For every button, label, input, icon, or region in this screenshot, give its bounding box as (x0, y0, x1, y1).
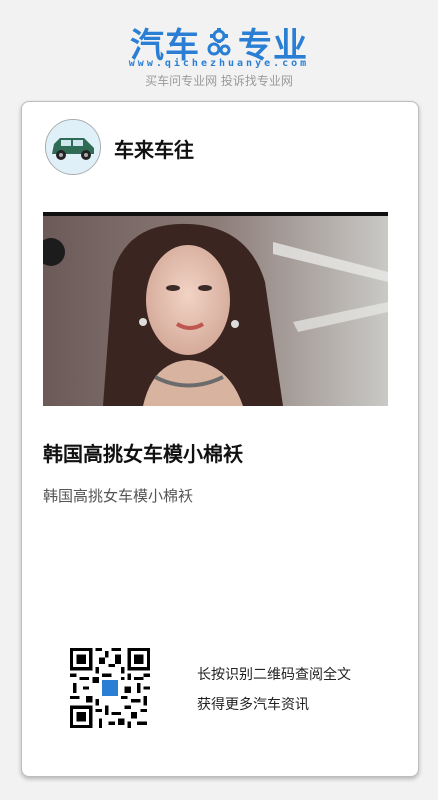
logo-url: www.qichezhuanye.com (128, 58, 310, 69)
qr-instruction: 长按识别二维码查阅全文 (197, 667, 351, 683)
author-avatar[interactable] (45, 119, 101, 175)
site-header: 汽车 专业 www.qichezhuanye.com 买车问专业网 投诉找专业网 (0, 0, 438, 100)
video-thumbnail[interactable] (43, 212, 388, 406)
qr-subtext: 获得更多汽车资讯 (197, 697, 309, 713)
site-tagline: 买车问专业网 投诉找专业网 (145, 74, 293, 88)
gear-icon (206, 27, 232, 58)
article-summary: 韩国高挑女车模小棉袄 (43, 487, 194, 505)
article-title[interactable]: 韩国高挑女车模小棉袄 (43, 438, 243, 467)
car-icon (46, 120, 100, 174)
qr-code[interactable] (70, 648, 150, 728)
author-name[interactable]: 车来车往 (114, 134, 194, 163)
article-share-card: 车来车往 韩国高挑女车模小棉袄 韩国高挑女车模小棉袄 长按识别二维码查阅全文 获… (21, 101, 419, 777)
